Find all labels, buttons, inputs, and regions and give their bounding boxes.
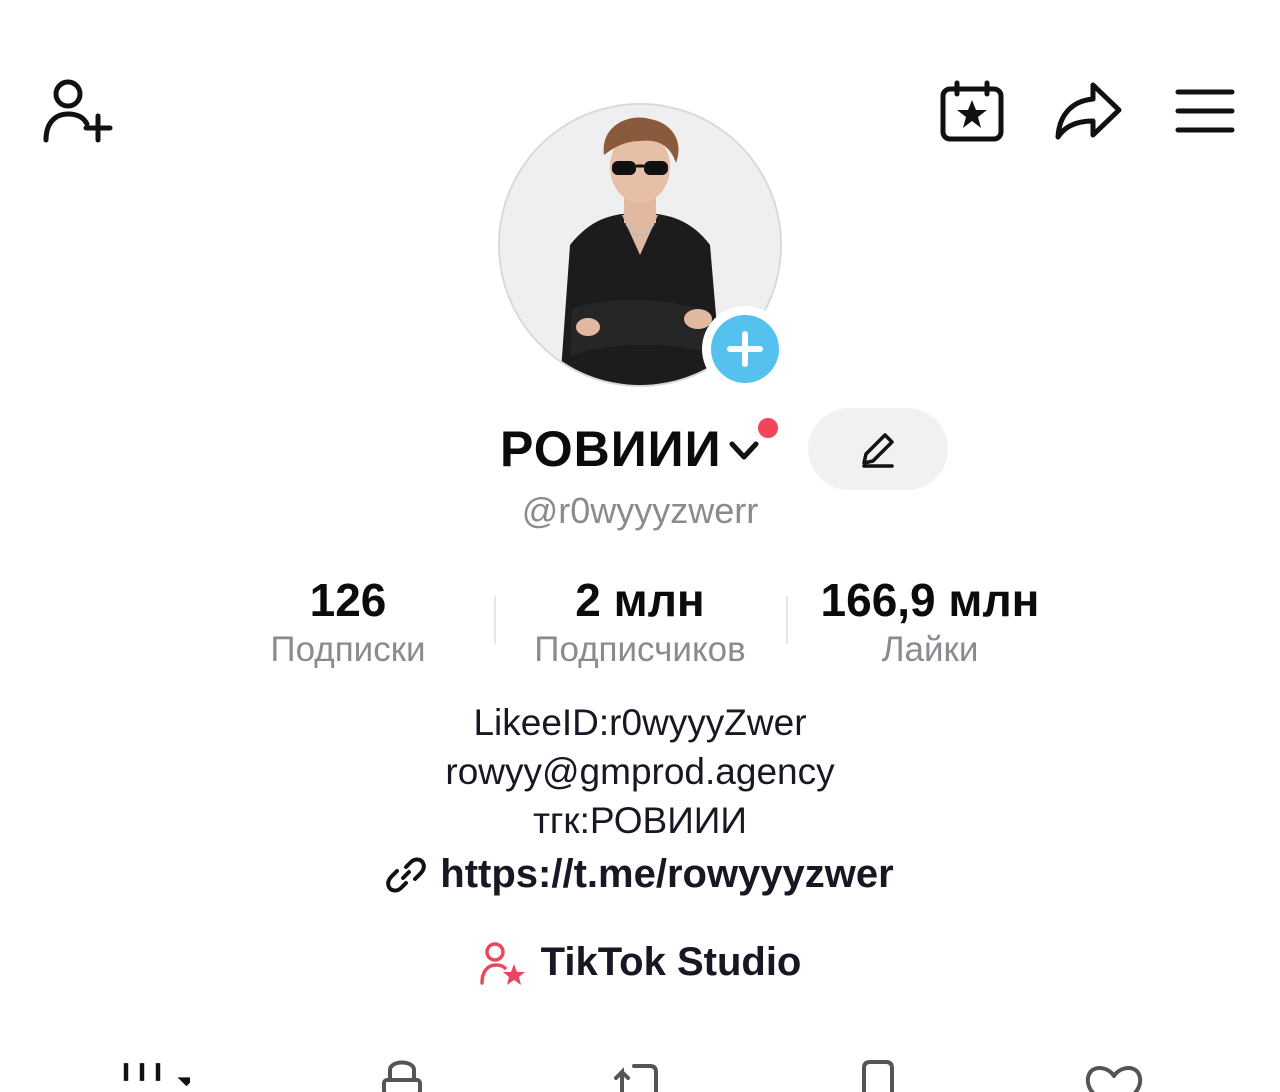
studio-label: TikTok Studio: [540, 940, 802, 984]
stat-label: Подписчиков: [534, 630, 746, 669]
plus-icon: [727, 331, 763, 367]
link-icon: [386, 857, 427, 892]
repost-icon: [614, 1064, 658, 1092]
heart-icon: [1085, 1066, 1143, 1092]
tab-videos[interactable]: [110, 1052, 190, 1092]
tab-private[interactable]: [362, 1052, 442, 1092]
tab-liked[interactable]: [1074, 1052, 1154, 1092]
bio-line: rowyy@gmprod.agency: [445, 751, 835, 792]
username: @r0wyyyzwerr: [521, 490, 759, 531]
bio-line: LikeeID:r0wyyyZwer: [473, 702, 807, 743]
stat-divider: [494, 596, 496, 644]
plus-badge-circle: [711, 315, 779, 383]
stat-label: Лайки: [881, 630, 979, 669]
calendar-star-icon: [940, 80, 1004, 142]
stat-label: Подписки: [270, 630, 426, 669]
tab-reposts[interactable]: [596, 1052, 676, 1092]
stat-value: 2 млн: [575, 574, 705, 626]
stat-following[interactable]: 126 Подписки: [240, 572, 456, 672]
videos-grid-icon: [123, 1063, 190, 1087]
share-arrow-icon: [1055, 82, 1122, 140]
stat-value: 126: [309, 574, 387, 626]
display-name: РОВИИИ: [500, 421, 722, 477]
hamburger-menu-icon: [1175, 89, 1235, 133]
chevron-down-icon: [729, 441, 759, 460]
stat-divider: [786, 596, 788, 644]
tab-saved[interactable]: [838, 1052, 918, 1092]
stat-followers[interactable]: 2 млн Подписчиков: [500, 572, 780, 672]
bookmark-icon: [862, 1060, 894, 1092]
edit-profile-button[interactable]: [808, 408, 948, 490]
notification-dot: [756, 416, 780, 440]
stat-likes[interactable]: 166,9 млн Лайки: [790, 572, 1070, 672]
add-friend-button[interactable]: [36, 72, 116, 148]
pencil-icon: [862, 433, 894, 468]
menu-button[interactable]: [1172, 84, 1238, 138]
add-avatar-button[interactable]: [702, 306, 788, 392]
bio-link[interactable]: https://t.me/rowyyyzwer: [0, 852, 1280, 897]
calendar-button[interactable]: [936, 78, 1008, 144]
bio-line: тгк:РОВИИИ: [532, 800, 747, 841]
link-url: https://t.me/rowyyyzwer: [440, 852, 894, 896]
share-button[interactable]: [1050, 78, 1126, 144]
tiktok-studio-button[interactable]: TikTok Studio: [0, 940, 1280, 985]
creator-star-icon: [479, 941, 525, 985]
lock-icon: [382, 1060, 422, 1092]
stat-value: 166,9 млн: [820, 574, 1040, 626]
person-plus-icon: [43, 79, 113, 143]
account-switcher-button[interactable]: [726, 432, 762, 468]
